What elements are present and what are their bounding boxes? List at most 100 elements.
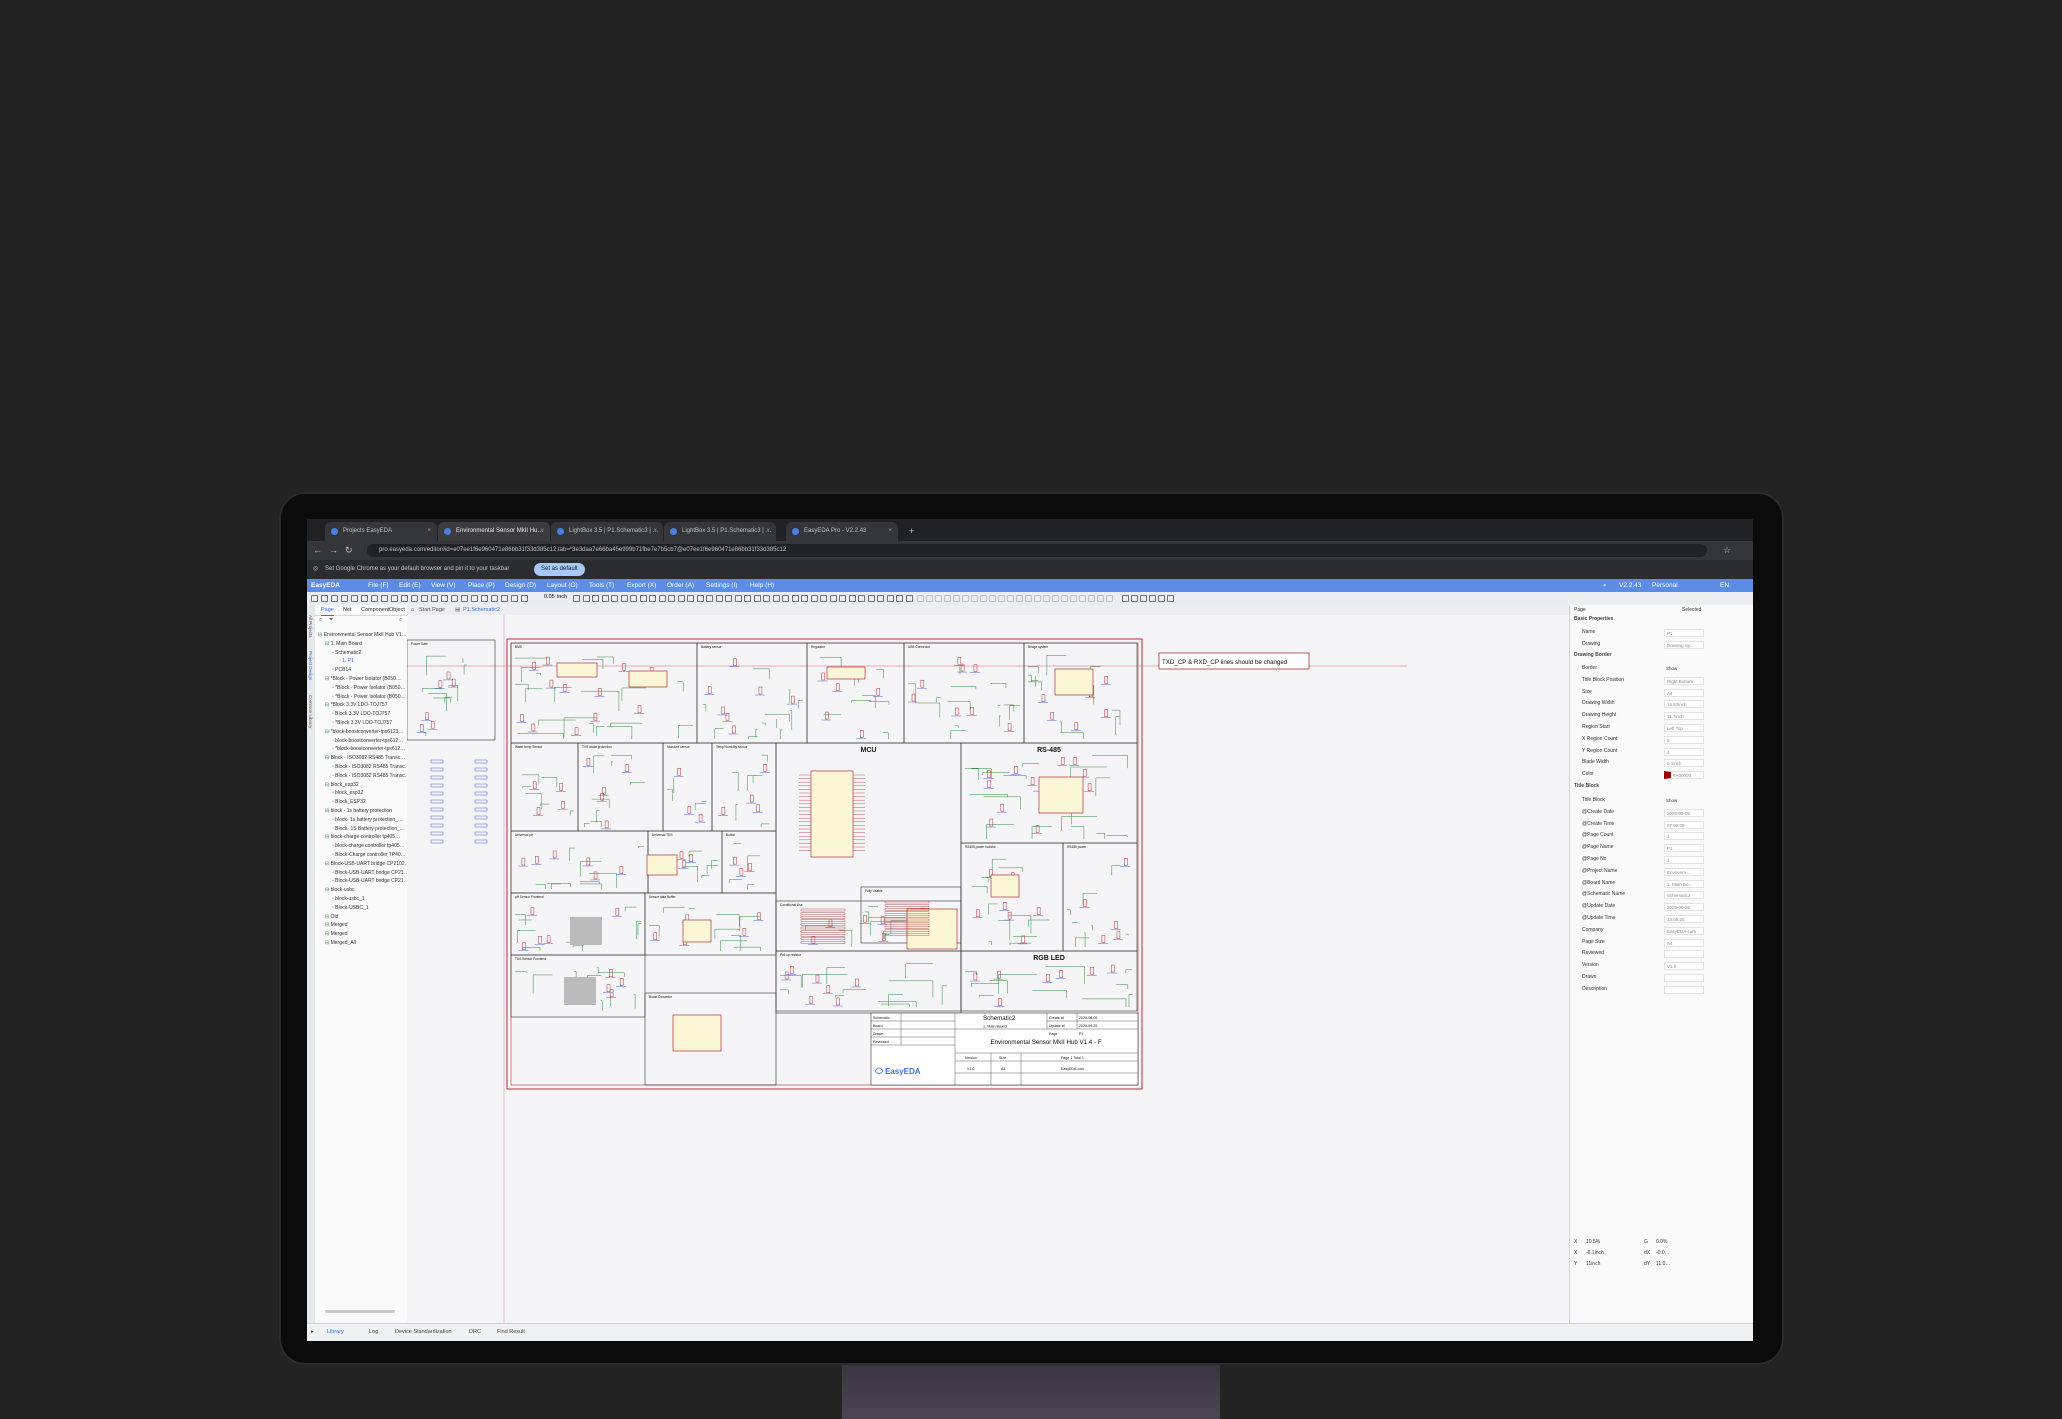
toolbar-tool-icon[interactable] — [611, 595, 618, 602]
browser-tab-active[interactable]: Environmental Sensor MkII Hu… × — [438, 522, 550, 541]
toolbar-tool-icon[interactable] — [592, 595, 599, 602]
tree-item[interactable]: ⊟ Environmental Sensor MkII Hub V1… — [318, 631, 410, 640]
property-value-field[interactable]: Right Bottom — [1664, 676, 1704, 685]
toolbar-tool-icon[interactable] — [706, 595, 713, 602]
search-icon[interactable]: ⌕ — [399, 617, 402, 624]
tree-item[interactable]: ⊟ 1. Main Board — [318, 640, 410, 649]
toolbar-tool-icon[interactable] — [687, 595, 694, 602]
tree-item[interactable]: ⊟ *Block - Power Isolator (B050… — [318, 675, 410, 684]
property-value-field[interactable]: 2025-08-05 — [1664, 808, 1704, 817]
toolbar-tool-icon[interactable] — [810, 595, 818, 602]
tree-item[interactable]: ▫ block- 1s battery protection_… — [318, 816, 410, 825]
toolbar-tool-icon[interactable] — [753, 595, 761, 602]
toolbar-tool-icon[interactable] — [649, 595, 656, 602]
toolbar-tool-icon[interactable] — [1061, 595, 1068, 602]
tree-item[interactable]: ▫ Block-USB-UART bridge CP21… — [318, 877, 410, 886]
section-basic-properties[interactable]: Basic Properties — [1574, 616, 1613, 622]
toolbar-tool-icon[interactable] — [782, 595, 789, 602]
tab-component[interactable]: Component — [361, 605, 389, 615]
toolbar-tool-icon[interactable] — [461, 595, 468, 602]
browser-tab[interactable]: LightBox 3.5 | P1.Schematic3 | … × — [551, 522, 663, 541]
toolbar-tool-icon[interactable] — [371, 595, 378, 602]
tab-library[interactable]: Library — [327, 1324, 344, 1340]
browser-tab[interactable]: EasyEDA Pro - V2.2.43 × — [786, 522, 898, 541]
menu-settings[interactable]: Settings (I) — [706, 579, 737, 592]
toolbar-tool-icon[interactable] — [1079, 595, 1086, 602]
expand-icon[interactable]: ▸ — [311, 1324, 314, 1340]
toolbar-tool-icon[interactable] — [896, 595, 903, 602]
reload-icon[interactable]: ↻ — [345, 543, 353, 557]
menu-view[interactable]: View (V) — [431, 579, 455, 592]
toolbar-tool-icon[interactable] — [998, 595, 1005, 602]
toolbar-tool-icon[interactable] — [772, 595, 780, 602]
toolbar-tool-icon[interactable] — [905, 595, 913, 602]
property-value-field[interactable]: Drawing Sy… — [1664, 640, 1704, 649]
toolbar-tool-icon[interactable] — [867, 595, 875, 602]
schematic-canvas-area[interactable]: ⌂ Start Page ▤ P1.Schematic2 Power Gate B… — [407, 605, 1569, 1323]
menu-order[interactable]: Order (A) — [667, 579, 694, 592]
toolbar-tool-icon[interactable] — [639, 595, 647, 602]
vtab-all-projects[interactable]: All Projects — [308, 615, 313, 638]
property-value-field[interactable]: 16.53inch — [1664, 700, 1704, 709]
toolbar-tool-icon[interactable] — [573, 595, 580, 602]
toolbar-tool-icon[interactable] — [734, 595, 742, 602]
tree-item[interactable]: ▫ Block-Charge controller TP40… — [318, 851, 410, 860]
toolbar-tool-icon[interactable] — [331, 595, 338, 602]
tree-item[interactable]: ⊟ Block-USB-UART bridge CP2102… — [318, 860, 410, 869]
tree-item[interactable]: ⊟ Block - ISO3082 RS485 Transc… — [318, 754, 410, 763]
tree-item[interactable]: ▫ Block - ISO3082 RS485 Transc… — [318, 772, 410, 781]
toolbar-tool-icon[interactable] — [511, 595, 518, 602]
tree-item[interactable]: ⊟ Old — [318, 913, 410, 922]
tree-item[interactable]: ▫ Block-USB-UART bridge CP21… — [318, 869, 410, 878]
property-value-field[interactable]: Environm… — [1664, 867, 1704, 876]
toolbar-tool-icon[interactable] — [501, 595, 508, 602]
unit-select[interactable]: inch — [557, 594, 567, 600]
menu-file[interactable]: File (F) — [368, 579, 389, 592]
property-value-field[interactable]: P1 — [1664, 844, 1704, 853]
menu-help[interactable]: Help (H) — [750, 579, 774, 592]
zoom-select[interactable]: 0.05 — [544, 594, 555, 600]
bookmark-star-icon[interactable]: ☆ — [1723, 543, 1731, 557]
menu-place[interactable]: Place (P) — [468, 579, 495, 592]
close-icon[interactable]: × — [888, 522, 892, 541]
tree-item[interactable]: ▫ Schematic2 — [318, 649, 410, 658]
close-icon[interactable]: × — [427, 522, 431, 541]
tree-item[interactable]: ⊟ block - 1s battery protection — [318, 807, 410, 816]
tree-item[interactable]: ▫ *Block - Power Isolator (B050… — [318, 693, 410, 702]
tree-item[interactable]: ▫ block-usbc_1 — [318, 895, 410, 904]
browser-tab[interactable]: Projects EasyEDA × — [325, 522, 437, 541]
tab-find-result[interactable]: Find Result — [497, 1324, 525, 1340]
tab-net[interactable]: Net — [343, 605, 352, 615]
property-value-field[interactable]: 2025-09-25 — [1664, 903, 1704, 912]
menu-edit[interactable]: Edit (E) — [399, 579, 421, 592]
property-value-field[interactable]: P1 — [1664, 629, 1704, 637]
toolbar-tool-icon[interactable] — [801, 595, 808, 602]
toolbar-tool-icon[interactable] — [886, 595, 894, 602]
toolbar-tool-icon[interactable] — [829, 595, 837, 602]
new-tab-button[interactable]: + — [909, 522, 914, 541]
vtab-common-library[interactable]: Common Library — [308, 695, 313, 728]
toolbar-tool-icon[interactable] — [791, 595, 799, 602]
property-value-field[interactable]: Left Top — [1664, 724, 1704, 732]
search-icon[interactable]: ⌕ — [319, 617, 322, 624]
toolbar-tool-icon[interactable] — [582, 595, 590, 602]
toolbar-tool-icon[interactable] — [391, 595, 398, 602]
set-default-button[interactable]: Set as default — [534, 563, 585, 576]
browser-tab[interactable]: LightBox 3.5 | P1.Schematic3 | … × — [664, 522, 776, 541]
property-value-field[interactable]: 1. Main Bo… — [1664, 879, 1704, 888]
tree-item[interactable]: ▫ 1. P1 — [318, 657, 410, 666]
toolbar-tool-icon[interactable] — [630, 595, 637, 602]
toolbar-tool-icon[interactable] — [441, 595, 448, 602]
tree-item[interactable]: ⊟ *Block 3.3V LDO-TOJ757 — [318, 701, 410, 710]
toolbar-tool-icon[interactable] — [421, 595, 428, 602]
property-value-field[interactable]: 1 — [1664, 832, 1704, 841]
property-value-field[interactable]: 0.1inch — [1664, 759, 1704, 768]
menu-layout[interactable]: Layout (O) — [547, 579, 578, 592]
toolbar-tool-icon[interactable] — [361, 595, 368, 602]
language-select[interactable]: EN — [1720, 579, 1729, 592]
tree-item[interactable]: ⊟ Merged_All — [318, 939, 410, 948]
menu-export[interactable]: Export (X) — [627, 579, 656, 592]
toolbar-tool-icon[interactable] — [321, 595, 328, 602]
back-icon[interactable]: ← — [313, 543, 322, 557]
close-icon[interactable]: × — [653, 522, 657, 541]
